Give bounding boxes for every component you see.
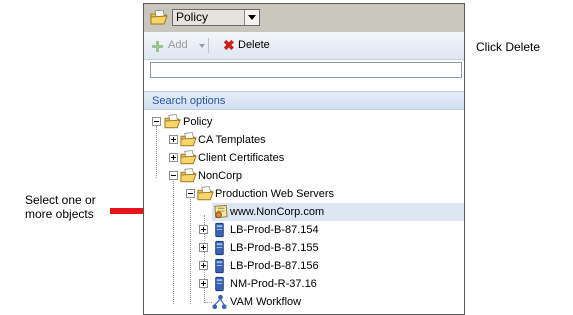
policy-select[interactable]: Policy [172, 9, 260, 26]
expand-toggle[interactable] [169, 153, 178, 162]
tree-node-server-4[interactable]: NM-Prod-R-37.16 [199, 275, 464, 293]
policy-folder-icon [180, 150, 197, 165]
server-icon [215, 222, 224, 238]
tree-node-production-web-servers[interactable]: Production Web Servers [182, 185, 464, 203]
search-options-link[interactable]: Search options [144, 91, 464, 110]
search-input[interactable] [150, 62, 462, 78]
annotation-click-delete: Click Delete [476, 40, 541, 54]
certificate-icon [214, 204, 228, 219]
policy-tree-panel: Policy Add ✖ Delete Search options Polic… [143, 3, 465, 315]
tree-node-label: www.NonCorp.com [230, 206, 325, 218]
tree-node-label: VAM Workflow [230, 296, 302, 308]
tree-node-label: NonCorp [198, 170, 243, 182]
tree-connector [156, 126, 157, 178]
tree-connector [190, 197, 191, 304]
tree-node-vam-workflow[interactable]: VAM Workflow [211, 293, 464, 311]
tree-node-www-noncorp[interactable]: www.NonCorp.com [212, 203, 464, 221]
add-label: Add [168, 39, 188, 51]
add-dropdown-caret-icon[interactable] [199, 44, 205, 48]
chevron-down-icon[interactable] [244, 10, 259, 25]
collapse-toggle[interactable] [152, 117, 161, 126]
tree-node-label: Client Certificates [198, 152, 285, 164]
delete-x-icon: ✖ [223, 37, 235, 53]
toolbar: Add ✖ Delete [144, 32, 464, 60]
tree-node-label: LB-Prod-B-87.155 [230, 242, 319, 254]
tree-node-label: LB-Prod-B-87.156 [230, 260, 319, 272]
delete-label: Delete [238, 39, 270, 51]
tree-node-policy[interactable]: Policy [148, 113, 464, 131]
policy-folder-icon [180, 132, 197, 147]
policy-select-value: Policy [176, 10, 209, 24]
tree-node-client-certificates[interactable]: Client Certificates [165, 149, 464, 167]
tree-node-server-1[interactable]: LB-Prod-B-87.154 [199, 221, 464, 239]
toolbar-separator [208, 38, 209, 53]
expand-toggle[interactable] [199, 225, 208, 234]
header-bar: Policy [144, 4, 464, 32]
add-button[interactable]: Add [152, 32, 208, 59]
expand-toggle[interactable] [169, 135, 178, 144]
tree-node-label: Production Web Servers [215, 188, 335, 200]
tree-node-noncorp[interactable]: NonCorp [165, 167, 464, 185]
tree-node-label: CA Templates [198, 134, 266, 146]
annotation-select-line1: Select one or [25, 193, 96, 207]
expand-toggle[interactable] [199, 279, 208, 288]
delete-button[interactable]: ✖ Delete [221, 32, 275, 59]
tree-connector [173, 179, 174, 304]
tree-node-server-2[interactable]: LB-Prod-B-87.155 [199, 239, 464, 257]
tree-node-label: LB-Prod-B-87.154 [230, 224, 319, 236]
collapse-toggle[interactable] [186, 189, 195, 198]
tree-node-server-3[interactable]: LB-Prod-B-87.156 [199, 257, 464, 275]
tree-node-ca-templates[interactable]: CA Templates [165, 131, 464, 149]
add-plus-icon [152, 41, 163, 52]
policy-folder-icon [150, 10, 168, 25]
collapse-toggle[interactable] [169, 171, 178, 180]
server-icon [215, 240, 224, 256]
expand-toggle[interactable] [199, 261, 208, 270]
policy-folder-icon [197, 186, 214, 201]
tree-node-label: NM-Prod-R-37.16 [230, 278, 317, 290]
policy-tree: Policy CA Templates Client Certificates … [144, 113, 464, 313]
expand-toggle[interactable] [199, 243, 208, 252]
workflow-icon [212, 294, 227, 310]
annotation-select-line2: more objects [25, 207, 94, 221]
policy-folder-icon [164, 114, 181, 129]
policy-folder-icon [180, 168, 197, 183]
server-icon [215, 276, 224, 292]
tree-node-label: Policy [183, 116, 213, 128]
annotation-select-objects: Select one or more objects [25, 193, 96, 221]
server-icon [215, 258, 224, 274]
